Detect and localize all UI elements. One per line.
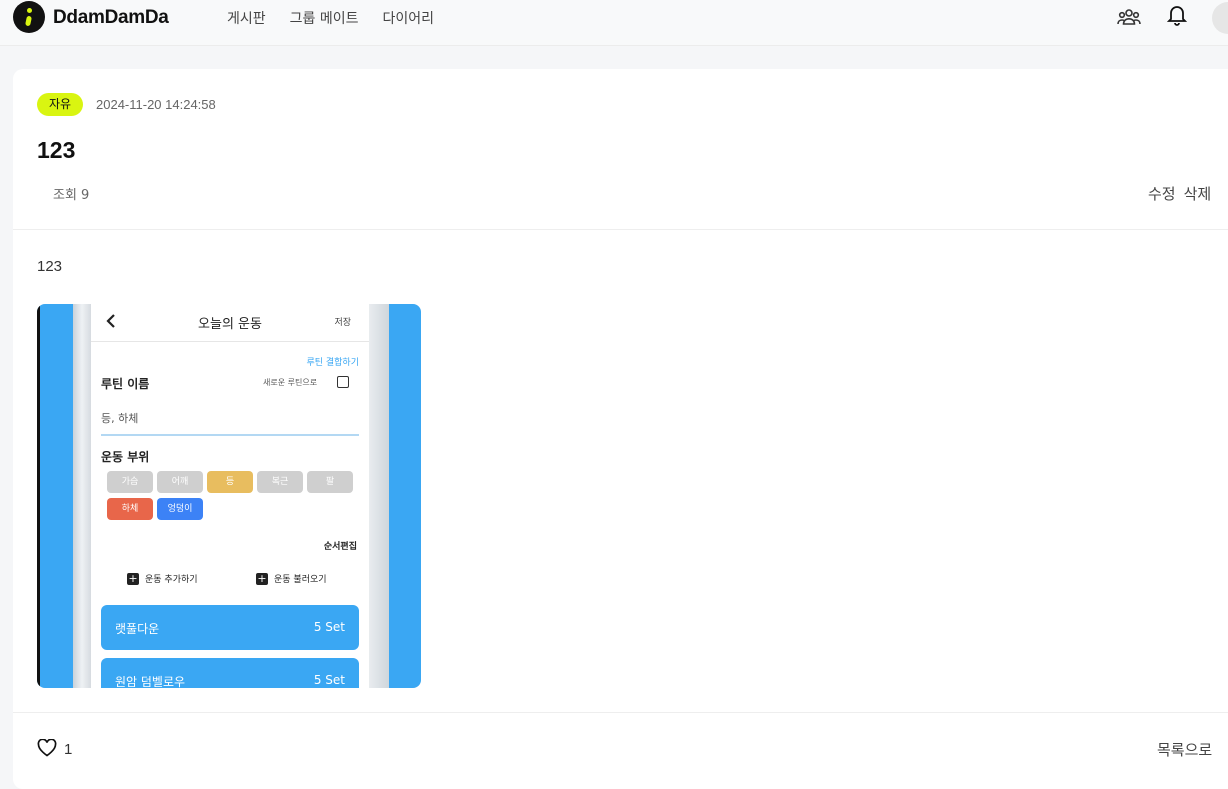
body-part-chip: 복근 — [257, 471, 303, 493]
post-actions: 수정 삭제 — [1148, 183, 1211, 204]
exercise-row: 랫풀다운 5 Set — [101, 605, 359, 650]
body-part-chip: 등 — [207, 471, 253, 493]
back-to-list-button[interactable]: 목록으로 — [1157, 739, 1212, 760]
exercise-row: 원암 덤벨로우 5 Set — [101, 658, 359, 688]
body-part-chip: 어깨 — [157, 471, 203, 493]
post-card: 자유 2024-11-20 14:24:58 123 조회 9 수정 삭제 12… — [13, 69, 1228, 789]
body-part-chip: 하체 — [107, 498, 153, 520]
body-part-chip: 팔 — [307, 471, 353, 493]
heart-icon[interactable] — [37, 738, 57, 761]
phone-title: 오늘의 운동 — [198, 317, 262, 332]
brand-name[interactable]: DdamDamDa — [53, 7, 169, 29]
body-part-chip: 엉덩이 — [157, 498, 203, 520]
phone-header: 오늘의 운동 저장 — [91, 304, 369, 342]
exercise-name: 랫풀다운 — [115, 622, 160, 636]
nav-item-group-mate[interactable]: 그룹 메이트 — [290, 8, 359, 28]
category-badge: 자유 — [37, 93, 84, 116]
plus-icon: + — [127, 571, 139, 585]
top-navigation-bar: DdamDamDa 게시판 그룹 메이트 다이어리 — [0, 0, 1228, 46]
phone-screen: 오늘의 운동 저장 루틴 결합하기 루틴 이름 새로운 루틴으로 등, 하체 운… — [91, 304, 369, 688]
add-exercise-label: 운동 추가하기 — [145, 575, 198, 585]
nav-item-diary[interactable]: 다이어리 — [383, 8, 435, 28]
post-date: 2024-11-20 14:24:58 — [96, 97, 216, 112]
divider — [13, 229, 1228, 230]
checkbox-icon — [337, 376, 349, 388]
logo-icon[interactable] — [13, 1, 45, 33]
post-title: 123 — [37, 137, 76, 163]
plus-icon: + — [256, 571, 268, 585]
load-exercise: + 운동 불러오기 — [256, 572, 327, 585]
new-routine-label: 새로운 루틴으로 — [263, 378, 318, 387]
routine-name-value: 등, 하체 — [101, 406, 359, 436]
routine-link: 루틴 결합하기 — [306, 358, 359, 368]
exercise-sets: 5 Set — [313, 673, 345, 687]
group-icon[interactable] — [1116, 4, 1142, 30]
body-part-label: 운동 부위 — [101, 450, 150, 464]
phone-save: 저장 — [334, 318, 351, 328]
phone-frame-right — [369, 304, 389, 688]
like-count: 1 — [64, 741, 73, 758]
delete-button[interactable]: 삭제 — [1184, 183, 1212, 204]
routine-name-label: 루틴 이름 — [101, 377, 150, 391]
phone-frame-left — [73, 304, 91, 688]
edit-button[interactable]: 수정 — [1148, 183, 1176, 204]
post-content: 123 — [37, 258, 63, 275]
image-edge — [37, 304, 40, 688]
view-count: 조회 9 — [53, 188, 90, 203]
avatar[interactable] — [1212, 2, 1228, 34]
reorder-label: 순서편집 — [323, 542, 357, 552]
exercise-sets: 5 Set — [313, 620, 345, 634]
bell-icon[interactable] — [1164, 2, 1190, 28]
nav-item-board[interactable]: 게시판 — [227, 8, 266, 28]
add-exercise: + 운동 추가하기 — [127, 572, 198, 585]
attached-image[interactable]: 오늘의 운동 저장 루틴 결합하기 루틴 이름 새로운 루틴으로 등, 하체 운… — [37, 304, 421, 688]
load-exercise-label: 운동 불러오기 — [274, 575, 327, 585]
exercise-name: 원암 덤벨로우 — [115, 675, 186, 688]
main-nav: 게시판 그룹 메이트 다이어리 — [227, 8, 434, 28]
divider — [13, 712, 1228, 713]
body-part-chip: 가슴 — [107, 471, 153, 493]
